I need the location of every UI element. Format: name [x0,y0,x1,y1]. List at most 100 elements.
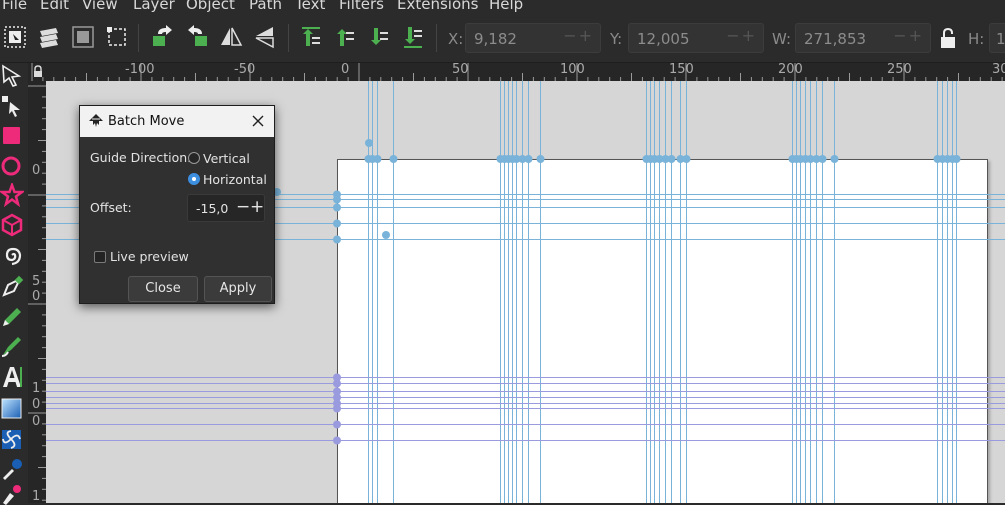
guide-handle[interactable] [333,219,341,228]
rotate-ccw-icon[interactable] [150,24,176,50]
menu-extensions[interactable]: Extensions [397,0,478,13]
select-all-icon[interactable] [2,24,28,50]
y-spin-buttons[interactable]: −+ [726,26,757,45]
vertical-ruler[interactable]: 0 5 0 1 0 0 1 [28,81,46,503]
horizontal-ruler-ticks [31,63,1003,81]
menu-path[interactable]: Path [249,0,282,13]
spiral-tool-icon[interactable] [0,243,24,267]
deselect-icon[interactable] [70,24,96,50]
guide-handle[interactable] [333,203,341,212]
offset-decrement-button[interactable]: − [236,197,250,217]
vruler-label: 1 [32,381,41,396]
menu-object[interactable]: Object [186,0,235,13]
guide-handle[interactable] [536,155,545,163]
vruler-label: 1 [32,489,41,503]
horizontal-option-label[interactable]: Horizontal [203,172,267,187]
menu-edit[interactable]: Edit [40,0,69,13]
lock-icon[interactable] [936,26,960,50]
guide-handle[interactable] [333,195,341,204]
vertical-radio[interactable] [188,152,200,164]
lower-to-bottom-icon[interactable] [400,24,426,50]
paint-bucket-tool-icon[interactable] [0,481,24,505]
lower-icon[interactable] [366,24,392,50]
star-tool-icon[interactable] [0,183,24,207]
guide-handle[interactable] [389,155,398,163]
close-button[interactable]: Close [128,276,198,302]
w-spin-buttons[interactable]: −+ [893,26,924,45]
close-icon[interactable] [248,111,268,131]
raise-icon[interactable] [332,24,358,50]
apply-button[interactable]: Apply [204,276,272,302]
horizontal-ruler[interactable]: -100 -50 0 50 100 150 200 250 30 [28,63,1005,81]
menu-text[interactable]: Text [295,0,325,13]
w-label: W: [772,30,792,48]
toolbar-separator [138,24,139,52]
inkscape-icon [89,114,103,127]
toolbar-separator [436,24,437,52]
offset-spinbox[interactable]: -15,0 − + [187,194,265,222]
w-field[interactable]: 271,853 −+ [795,23,931,53]
flip-vertical-icon[interactable] [252,24,278,50]
menu-filters[interactable]: Filters [339,0,384,13]
offset-label: Offset: [90,200,132,215]
rectangle-tool-icon[interactable] [0,124,24,148]
dialog-titlebar[interactable]: Batch Move [80,106,274,137]
h-field[interactable]: 1 [989,23,1005,53]
guide-handle[interactable] [830,155,839,163]
guide-anchor[interactable] [365,139,373,147]
x-label: X: [448,30,464,48]
vruler-label: 0 [32,289,41,304]
touch-select-icon[interactable] [104,24,130,50]
y-field[interactable]: 12,005 −+ [628,23,764,53]
hruler-label: 30 [992,63,1005,77]
menu-bar: File Edit View Layer Object Path Text Fi… [0,0,1005,14]
vertical-option-label[interactable]: Vertical [203,151,250,166]
guide-handle[interactable] [952,155,961,163]
guide-handle[interactable] [682,155,691,163]
x-spin-buttons[interactable]: −+ [563,26,594,45]
guide-handle[interactable] [818,155,827,163]
guide-handle[interactable] [333,379,341,388]
dropper-tool-icon[interactable] [0,457,24,481]
offset-value[interactable]: -15,0 [196,201,228,216]
raise-to-top-icon[interactable] [298,24,324,50]
guide-handle[interactable] [333,235,341,244]
mesh-tool-icon[interactable] [0,428,24,452]
guide-handle[interactable] [333,436,341,445]
node-tool-icon[interactable] [0,94,24,118]
live-preview-checkbox[interactable] [94,251,106,263]
pencil-tool-icon[interactable] [0,305,24,329]
guide-handle[interactable] [373,155,382,163]
guide-handle[interactable] [524,155,533,163]
rotate-cw-icon[interactable] [184,24,210,50]
ruler-lock-icon[interactable] [32,65,44,78]
selector-tool-icon[interactable] [0,64,24,88]
select-all-layers-icon[interactable] [36,24,62,50]
hruler-label: 150 [669,63,694,77]
h-label: H: [968,30,985,48]
menu-layer[interactable]: Layer [133,0,175,13]
horizontal-radio[interactable] [188,173,200,185]
tool-controls-bar: X: 9,182 −+ Y: 12,005 −+ W: 271,853 −+ H… [0,14,1005,63]
ellipse-tool-icon[interactable] [0,154,24,178]
live-preview-label[interactable]: Live preview [110,249,189,264]
pen-tool-icon[interactable] [0,275,24,299]
offset-increment-button[interactable]: + [250,197,264,217]
gradient-tool-icon[interactable] [0,397,24,421]
calligraphy-tool-icon[interactable] [0,334,24,358]
menu-help[interactable]: Help [489,0,523,13]
hruler-label: -100 [125,63,155,77]
toolbox [0,63,28,505]
guide-handle[interactable] [333,404,341,413]
guide-direction-label: Guide Direction: [90,150,192,165]
radio-dot [192,177,196,181]
menu-file[interactable]: File [2,0,27,13]
x-field[interactable]: 9,182 −+ [465,23,601,53]
menu-view[interactable]: View [82,0,118,13]
text-tool-icon[interactable] [0,365,24,389]
flip-horizontal-icon[interactable] [218,24,244,50]
box3d-tool-icon[interactable] [0,213,24,237]
guide-anchor[interactable] [382,231,390,239]
guide-handle[interactable] [333,420,341,429]
guide-handle[interactable] [667,155,676,163]
